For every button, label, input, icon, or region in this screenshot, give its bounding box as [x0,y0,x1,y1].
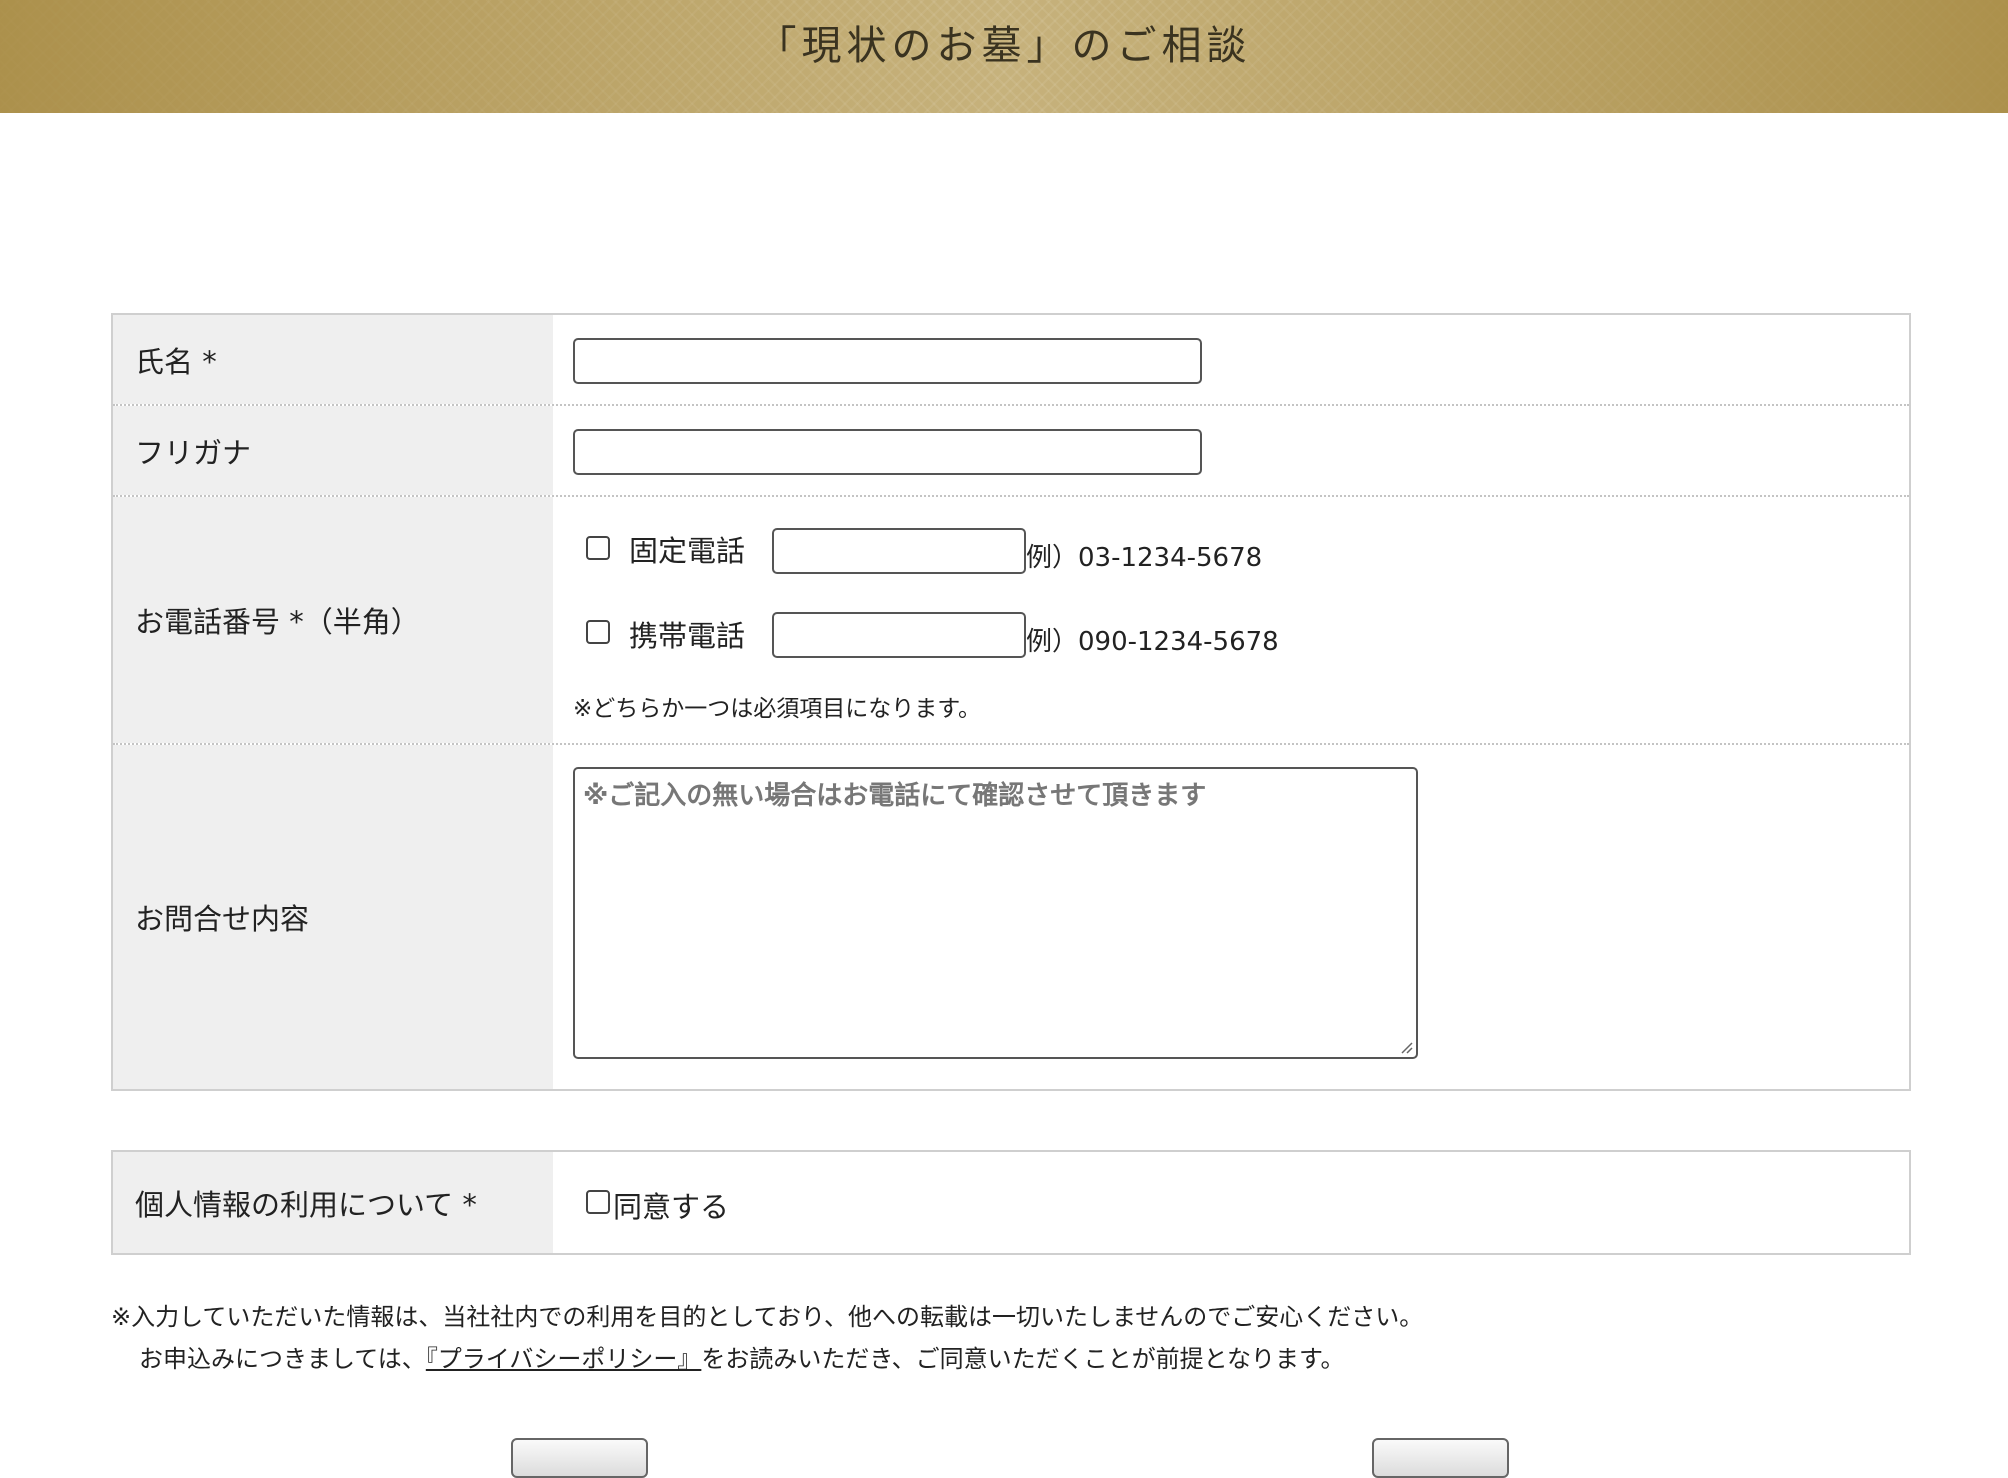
name-label: 氏名 * [113,315,553,404]
reset-button[interactable] [1372,1438,1509,1478]
inquiry-form-table: 氏名 * フリガナ お電話番号 *（半角） 固定電話 例）03-1234-567… [111,313,1911,1091]
furigana-input[interactable] [573,429,1202,475]
inquiry-placeholder: ※ご記入の無い場合はお電話にて確認させて頂きます [583,781,1207,811]
page-header: 「現状のお墓」のご相談 [0,0,2008,113]
phone-note: ※どちらか一つは必須項目になります。 [573,696,981,722]
agree-checkbox[interactable] [586,1190,610,1214]
landline-example: 例）03-1234-5678 [1026,543,1263,573]
name-input[interactable] [573,338,1202,384]
privacy-notice: ※入力していただいた情報は、当社社内での利用を目的としており、他への転載は一切い… [111,1296,1423,1380]
mobile-label: 携帯電話 [629,619,746,653]
page-title: 「現状のお墓」のご相談 [756,23,1252,69]
submit-button[interactable] [511,1438,648,1478]
privacy-notice-line2: お申込みにつきましては、『プライバシーポリシー』をお読みいただき、ご同意いただく… [139,1345,1345,1373]
agree-label[interactable]: 同意する [613,1184,729,1226]
consent-label: 個人情報の利用について * [113,1152,553,1253]
inquiry-textarea[interactable]: ※ご記入の無い場合はお電話にて確認させて頂きます [573,767,1418,1059]
landline-input[interactable] [772,528,1026,574]
landline-checkbox[interactable] [586,536,610,560]
privacy-notice-line1: ※入力していただいた情報は、当社社内での利用を目的としており、他への転載は一切い… [111,1303,1424,1331]
furigana-row: フリガナ [113,406,1909,497]
mobile-example: 例）090-1234-5678 [1026,627,1279,657]
privacy-policy-link[interactable]: 『プライバシーポリシー』 [426,1345,702,1373]
resize-grip-icon[interactable] [1399,1040,1413,1054]
mobile-input[interactable] [772,612,1026,658]
inquiry-label: お問合せ内容 [113,745,553,1089]
name-row: 氏名 * [113,315,1909,406]
landline-label: 固定電話 [629,534,746,568]
inquiry-row: お問合せ内容 ※ご記入の無い場合はお電話にて確認させて頂きます [113,745,1909,1089]
mobile-checkbox[interactable] [586,620,610,644]
furigana-label: フリガナ [113,406,553,495]
consent-row: 個人情報の利用について * 同意する [113,1152,1909,1253]
phone-row: お電話番号 *（半角） 固定電話 例）03-1234-5678 携帯電話 例）0… [113,497,1909,745]
consent-table: 個人情報の利用について * 同意する [111,1150,1911,1255]
phone-label: お電話番号 *（半角） [113,497,553,743]
